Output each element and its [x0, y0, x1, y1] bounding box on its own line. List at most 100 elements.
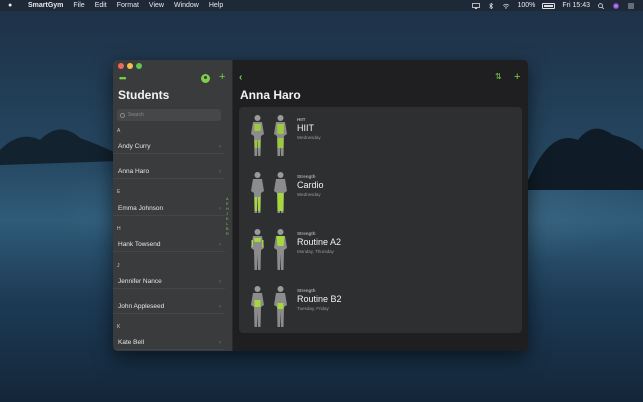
menu-file[interactable]: File	[73, 2, 84, 9]
list-item-andy-curry[interactable]: Andy Curry ›	[113, 140, 225, 154]
search-placeholder: Search	[128, 112, 144, 118]
add-routine-button[interactable]: +	[514, 71, 520, 83]
body-back-icon	[274, 172, 287, 213]
back-chevron-icon[interactable]: ‹	[239, 72, 242, 83]
body-front-icon	[251, 229, 264, 270]
chevron-right-icon: ›	[219, 143, 221, 150]
student-name: Kate Bell	[118, 339, 145, 346]
index-letter[interactable]: A	[226, 197, 229, 201]
spotlight-search-icon[interactable]	[597, 2, 605, 9]
routine-list: HIIT HIIT Wednesday Strength Cardio Wedn…	[239, 107, 522, 333]
routine-category: Strength	[297, 174, 316, 179]
index-letter[interactable]: L	[226, 222, 229, 226]
page-title: Anna Haro	[240, 88, 301, 102]
student-name: Jennifer Nance	[118, 278, 162, 285]
wallpaper-island-right	[523, 128, 643, 190]
student-name: Andy Curry	[118, 143, 151, 150]
section-header-h: H	[117, 226, 121, 232]
routine-row-routine-a2[interactable]: Strength Routine A2 Monday, Thursday	[239, 221, 522, 278]
routine-days: Wednesday	[297, 135, 321, 140]
index-letter[interactable]: J	[226, 212, 229, 216]
student-name: Anna Haro	[118, 168, 150, 175]
menu-format[interactable]: Format	[117, 2, 139, 9]
routine-days: Wednesday	[297, 192, 321, 197]
bluetooth-icon[interactable]	[487, 2, 495, 9]
chevron-right-icon: ›	[219, 205, 221, 212]
student-detail: ‹ ⇅ + Anna Haro HIIT HIIT Wednesday Stre…	[233, 60, 528, 351]
add-student-button[interactable]: +	[219, 71, 225, 83]
wifi-icon[interactable]	[502, 3, 510, 9]
routine-days: Monday, Thursday	[297, 249, 334, 254]
app-window: ••• + Students Search A Andy Curry › Ann…	[113, 60, 528, 351]
body-back-icon	[274, 286, 287, 327]
routine-category: Strength	[297, 288, 316, 293]
sidebar-title: Students	[118, 88, 170, 102]
section-header-j: J	[117, 263, 120, 269]
sort-icon[interactable]: ⇅	[495, 72, 502, 81]
list-item-john-appleseed[interactable]: John Appleseed ›	[113, 300, 225, 314]
more-options-icon[interactable]: •••	[119, 73, 127, 83]
window-controls	[118, 63, 142, 69]
close-window-button[interactable]	[118, 63, 124, 69]
siri-icon[interactable]	[612, 2, 620, 9]
chevron-right-icon: ›	[219, 303, 221, 310]
zoom-window-button[interactable]	[136, 63, 142, 69]
routine-name: Routine A2	[297, 237, 342, 247]
section-header-k: K	[117, 324, 121, 330]
apple-menu-icon[interactable]: ●	[8, 2, 18, 9]
menu-edit[interactable]: Edit	[95, 2, 107, 9]
alphabet-index[interactable]: A E H J K L B R	[226, 197, 229, 236]
index-letter[interactable]: H	[226, 207, 229, 211]
index-letter[interactable]: R	[226, 232, 229, 236]
airplay-icon[interactable]	[472, 2, 481, 9]
section-header-a: A	[117, 128, 121, 134]
search-icon	[120, 112, 125, 118]
index-letter[interactable]: E	[226, 202, 229, 206]
list-item-kate-bell[interactable]: Kate Bell ›	[113, 336, 225, 350]
chevron-right-icon: ›	[219, 278, 221, 285]
profile-icon[interactable]	[201, 74, 210, 83]
minimize-window-button[interactable]	[127, 63, 133, 69]
chevron-right-icon: ›	[219, 168, 221, 175]
list-item-hank-towsend[interactable]: Hank Towsend ›	[113, 238, 225, 252]
index-letter[interactable]: K	[226, 217, 229, 221]
index-letter[interactable]: B	[226, 227, 229, 231]
menu-view[interactable]: View	[149, 2, 164, 9]
muscle-map	[247, 114, 291, 158]
section-header-e: E	[117, 189, 121, 195]
menu-help[interactable]: Help	[209, 2, 223, 9]
routine-days: Tuesday, Friday	[297, 306, 329, 311]
search-field[interactable]: Search	[117, 109, 221, 121]
list-item-emma-johnson[interactable]: Emma Johnson ›	[113, 202, 225, 216]
menu-bar: ● SmartGym File Edit Format View Window …	[0, 0, 643, 11]
chevron-right-icon: ›	[219, 339, 221, 346]
menu-window[interactable]: Window	[174, 2, 199, 9]
routine-row-hiit[interactable]: HIIT HIIT Wednesday	[239, 107, 522, 164]
battery-icon[interactable]	[542, 2, 556, 9]
notification-center-icon[interactable]	[627, 3, 635, 9]
muscle-map	[247, 285, 291, 329]
routine-category: Strength	[297, 231, 316, 236]
muscle-map	[247, 171, 291, 215]
student-name: John Appleseed	[118, 303, 165, 310]
muscle-map	[247, 228, 291, 272]
menubar-clock[interactable]: Fri 15:43	[562, 2, 590, 9]
body-front-icon	[251, 115, 264, 156]
chevron-right-icon: ›	[219, 241, 221, 248]
students-sidebar: ••• + Students Search A Andy Curry › Ann…	[113, 60, 233, 351]
routine-row-cardio[interactable]: Strength Cardio Wednesday	[239, 164, 522, 221]
list-item-jennifer-nance[interactable]: Jennifer Nance ›	[113, 275, 225, 289]
student-name: Emma Johnson	[118, 205, 164, 212]
app-menu[interactable]: SmartGym	[28, 2, 63, 9]
routine-name: HIIT	[297, 123, 314, 133]
student-name: Hank Towsend	[118, 241, 161, 248]
body-back-icon	[274, 229, 287, 270]
routine-category: HIIT	[297, 117, 306, 122]
routine-row-routine-b2[interactable]: Strength Routine B2 Tuesday, Friday	[239, 278, 522, 335]
routine-name: Routine B2	[297, 294, 342, 304]
body-front-icon	[251, 286, 264, 327]
battery-percent: 100%	[517, 2, 536, 9]
routine-name: Cardio	[297, 180, 324, 190]
list-item-anna-haro[interactable]: Anna Haro ›	[113, 165, 225, 179]
body-front-icon	[251, 172, 264, 213]
